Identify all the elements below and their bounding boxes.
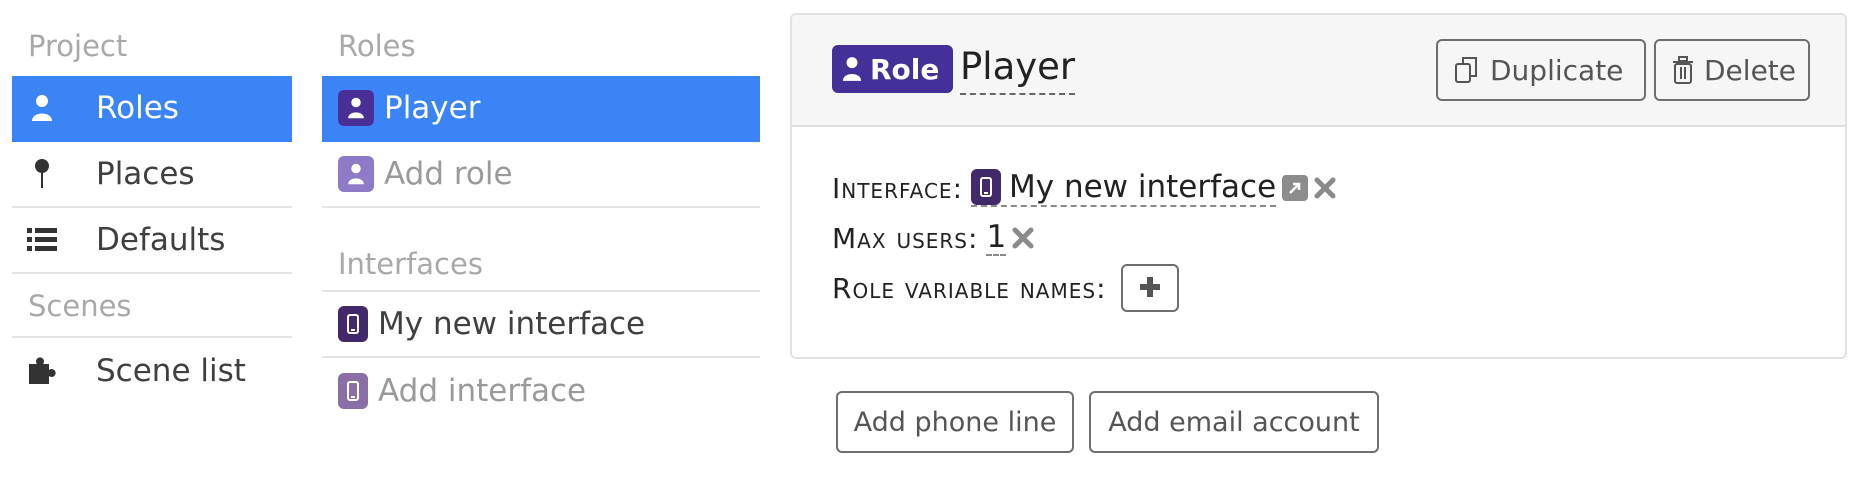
plus-icon [1139, 272, 1161, 305]
add-interface-item[interactable]: Add interface [322, 358, 760, 424]
delete-label: Delete [1704, 53, 1796, 87]
scenes-section-header: Scenes [12, 274, 292, 338]
sidebar-item-defaults[interactable]: Defaults [12, 208, 292, 274]
sidebar-item-scene-list[interactable]: Scene list [12, 338, 292, 404]
interface-label: Interface: [832, 171, 964, 205]
interface-row: Interface: My new interface [832, 163, 1845, 213]
max-users-value[interactable]: 1 [986, 220, 1007, 256]
external-link-icon[interactable] [1282, 175, 1309, 201]
role-detail-panel: Role Player Duplicate Delete Interface: … [790, 13, 1847, 359]
phone-icon [338, 306, 368, 342]
role-name-field[interactable]: Player [960, 43, 1076, 95]
project-section-header: Project [28, 29, 128, 63]
copy-icon [1454, 56, 1480, 84]
role-item-player[interactable]: Player [322, 76, 760, 142]
interface-item-label: My new interface [378, 306, 646, 342]
role-type-badge: Role [832, 45, 954, 93]
interface-value[interactable]: My new interface [971, 169, 1277, 207]
sidebar-item-label: Scene list [96, 353, 246, 389]
duplicate-button[interactable]: Duplicate [1436, 39, 1646, 101]
role-variable-names-label: Role variable names: [832, 271, 1107, 305]
add-role-label: Add role [384, 156, 513, 192]
sidebar-item-places[interactable]: Places [12, 142, 292, 208]
pin-icon [24, 158, 60, 190]
person-icon [338, 156, 374, 192]
puzzle-icon [24, 356, 60, 386]
interface-value-text: My new interface [1009, 169, 1277, 205]
add-role-item[interactable]: Add role [322, 142, 760, 208]
sidebar-item-label: Defaults [96, 222, 226, 258]
interface-item-my-new-interface[interactable]: My new interface [322, 292, 760, 358]
remove-interface-icon[interactable] [1314, 177, 1336, 199]
phone-icon [971, 169, 1002, 205]
person-icon [24, 94, 60, 122]
list-icon [24, 228, 60, 252]
delete-button[interactable]: Delete [1654, 39, 1810, 101]
left-sidebar: Project Roles Places Defaults Scenes Sce… [12, 12, 292, 404]
sidebar-item-roles[interactable]: Roles [12, 76, 292, 142]
person-icon [338, 90, 374, 126]
panel-body: Interface: My new interface Max users: 1 [792, 127, 1845, 313]
phone-icon [338, 373, 368, 409]
trash-icon [1672, 56, 1694, 84]
roles-section-header: Roles [338, 29, 416, 63]
add-phone-line-button[interactable]: Add phone line [836, 391, 1074, 453]
max-users-label: Max users: [832, 221, 979, 255]
role-badge-label: Role [870, 52, 940, 86]
remove-max-users-icon[interactable] [1012, 227, 1034, 249]
role-variable-names-row: Role variable names: [832, 263, 1845, 313]
add-email-account-button[interactable]: Add email account [1089, 391, 1379, 453]
add-interface-label: Add interface [378, 373, 587, 409]
interfaces-section-header: Interfaces [322, 236, 760, 292]
roles-interfaces-list: Roles Player Add role Interfaces My new … [322, 12, 760, 424]
add-variable-button[interactable] [1120, 264, 1179, 312]
max-users-row: Max users: 1 [832, 213, 1845, 263]
duplicate-label: Duplicate [1490, 53, 1624, 87]
person-icon [842, 56, 862, 82]
sidebar-item-label: Places [96, 156, 195, 192]
role-item-label: Player [384, 90, 481, 126]
sidebar-item-label: Roles [96, 90, 179, 126]
panel-header: Role Player Duplicate Delete [792, 15, 1845, 127]
